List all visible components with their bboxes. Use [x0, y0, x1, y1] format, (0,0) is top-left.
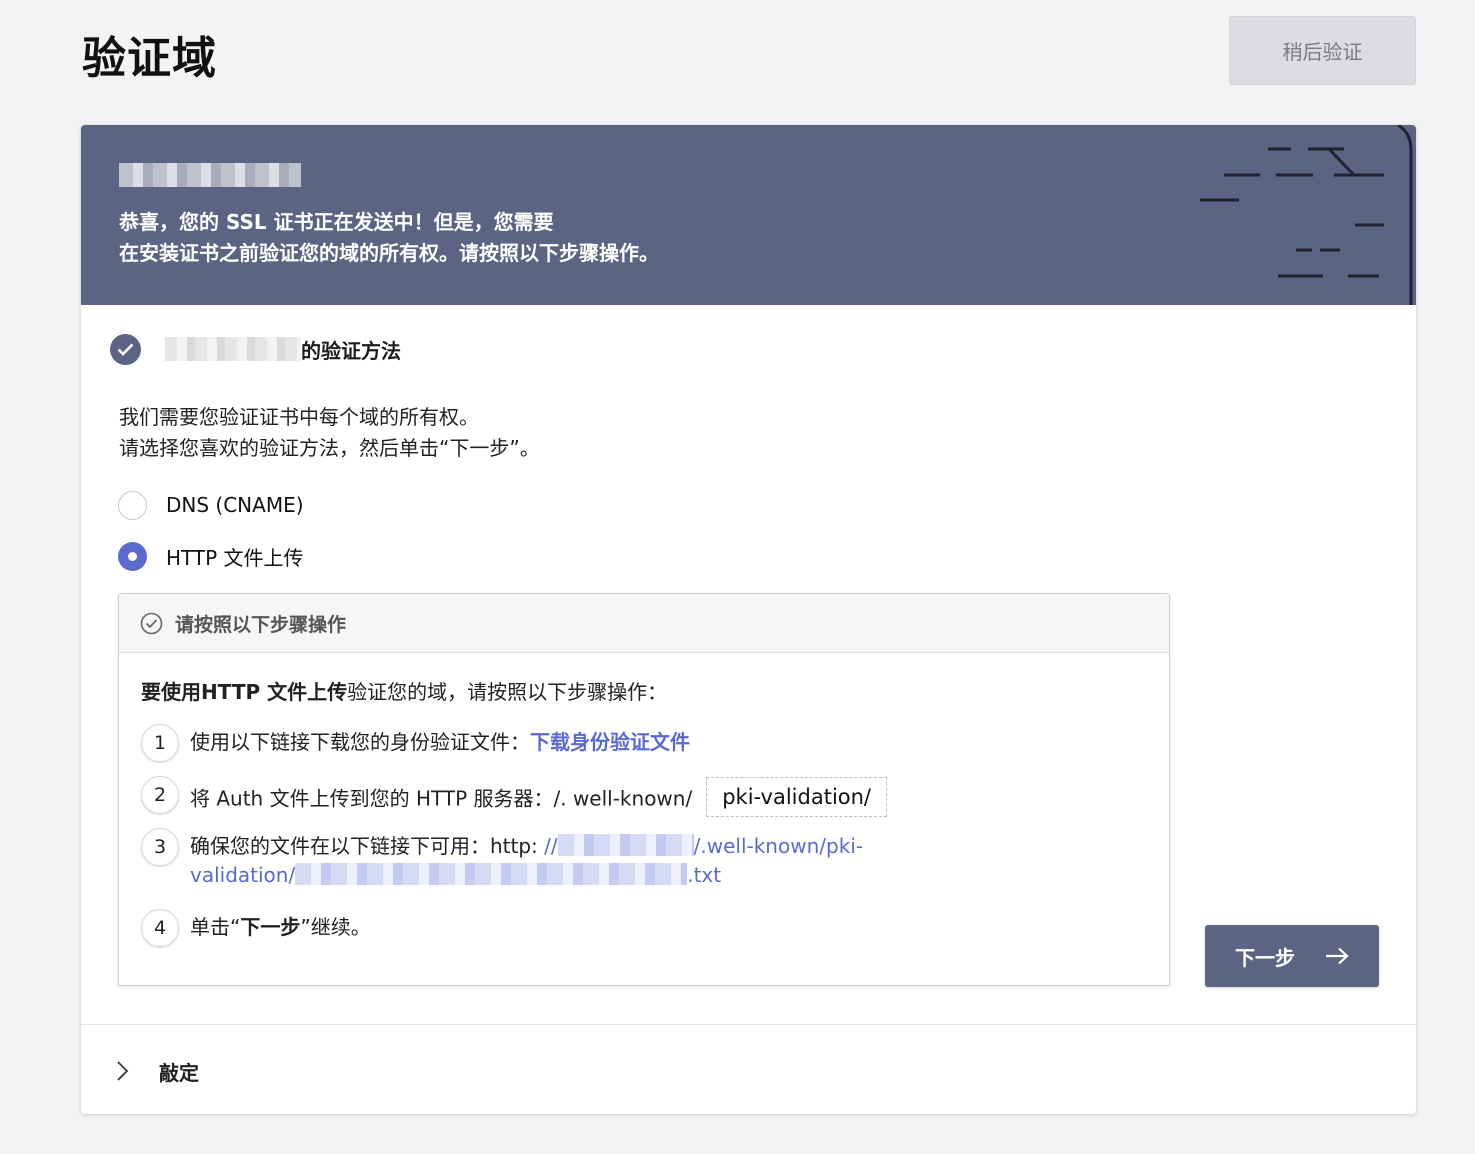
completed-check-icon	[110, 333, 141, 365]
section-divider	[81, 1024, 1416, 1025]
step-3: 3 确保您的文件在以下链接下可用：http: // /.well-known/pk…	[141, 828, 910, 890]
method-heading: 的验证方法	[110, 333, 401, 365]
step-1-text: 使用以下链接下载您的身份验证文件：	[190, 730, 530, 754]
arrow-right-icon	[1326, 947, 1349, 965]
verify-later-button[interactable]: 稍后验证	[1229, 16, 1416, 85]
redaction-block	[165, 337, 301, 361]
page-title: 验证域	[82, 33, 217, 84]
chevron-right-icon[interactable]	[115, 1060, 129, 1082]
url-end: .txt	[687, 863, 722, 887]
redaction-block	[557, 833, 694, 856]
step-text: 将 Auth 文件上传到您的 HTTP 服务器：/. well-known/pk…	[190, 776, 888, 820]
step-4-bold: 下一步	[240, 915, 301, 939]
method-title: 的验证方法	[301, 338, 401, 363]
next-button-label: 下一步	[1235, 945, 1295, 970]
banner: 恭喜，您的 SSL 证书正在发送中！但是，您需要 在安装证书之前验证您的域的所有…	[81, 125, 1416, 305]
step-text: 确保您的文件在以下链接下可用：http: // /.well-known/pki-…	[190, 828, 910, 890]
instructions-panel: 请按照以下步骤操作 要使用HTTP 文件上传验证您的域，请按照以下步骤操作： 1…	[118, 593, 1170, 986]
step-number: 2	[141, 776, 179, 814]
intro-line-2: 请选择您喜欢的验证方法，然后单击“下一步”。	[119, 436, 540, 460]
step-text: 单击“下一步”继续。	[190, 909, 371, 942]
check-circle-outline-icon	[140, 612, 163, 634]
step-2: 2 将 Auth 文件上传到您的 HTTP 服务器：/. well-known/…	[141, 776, 888, 820]
url-mid: /.well-known/pki-	[693, 834, 864, 858]
step-number: 1	[141, 724, 179, 762]
option-http-upload[interactable]: HTTP 文件上传	[118, 541, 304, 571]
redaction-block	[295, 862, 688, 885]
intro-line-1: 我们需要您验证证书中每个域的所有权。	[119, 405, 479, 429]
banner-line-1: 恭喜，您的 SSL 证书正在发送中！但是，您需要	[119, 210, 554, 234]
option-label: DNS (CNAME)	[166, 493, 304, 517]
url-line2-start: validation/	[190, 863, 296, 887]
step-text: 使用以下链接下载您的身份验证文件：下载身份验证文件	[190, 724, 690, 757]
lead-rest: 验证您的域，请按照以下步骤操作：	[347, 680, 668, 704]
next-step-button[interactable]: 下一步	[1205, 925, 1379, 987]
banner-domain-redacted	[119, 163, 301, 187]
instructions-header: 请按照以下步骤操作	[119, 594, 1169, 653]
lead-bold: 要使用HTTP 文件上传	[141, 680, 348, 704]
radio-button-selected[interactable]	[118, 541, 147, 571]
url-start: //	[537, 834, 558, 858]
instructions-lead: 要使用HTTP 文件上传验证您的域，请按照以下步骤操作：	[141, 676, 667, 705]
step-4-before: 单击“	[190, 915, 241, 939]
redaction-block	[119, 163, 301, 187]
verification-card: 恭喜，您的 SSL 证书正在发送中！但是，您需要 在安装证书之前验证您的域的所有…	[81, 125, 1416, 1114]
finalize-label: 敲定	[159, 1060, 199, 1085]
step-3-text: 确保您的文件在以下链接下可用：http:	[190, 834, 538, 858]
banner-message: 恭喜，您的 SSL 证书正在发送中！但是，您需要 在安装证书之前验证您的域的所有…	[119, 207, 819, 269]
option-label: HTTP 文件上传	[166, 545, 304, 570]
radio-button-unselected[interactable]	[118, 490, 147, 520]
method-intro: 我们需要您验证证书中每个域的所有权。 请选择您喜欢的验证方法，然后单击“下一步”…	[119, 402, 540, 464]
method-domain-redacted	[165, 337, 301, 361]
step-4-after: ”继续。	[300, 915, 371, 939]
banner-decoration-icon	[1200, 125, 1413, 305]
step-4: 4 单击“下一步”继续。	[141, 909, 371, 947]
step-1: 1 使用以下链接下载您的身份验证文件：下载身份验证文件	[141, 724, 690, 762]
banner-line-2: 在安装证书之前验证您的域的所有权。请按照以下步骤操作。	[119, 241, 659, 265]
finalize-section-toggle[interactable]: 敲定	[115, 1053, 199, 1089]
download-auth-file-link[interactable]: 下载身份验证文件	[530, 730, 690, 754]
instructions-title: 请按照以下步骤操作	[175, 613, 347, 636]
option-dns-cname[interactable]: DNS (CNAME)	[118, 490, 304, 520]
step-2-text: 将 Auth 文件上传到您的 HTTP 服务器：/. well-known/	[190, 786, 693, 811]
step-number: 4	[141, 909, 179, 947]
pki-validation-path[interactable]: pki-validation/	[706, 777, 888, 817]
step-number: 3	[141, 828, 179, 866]
